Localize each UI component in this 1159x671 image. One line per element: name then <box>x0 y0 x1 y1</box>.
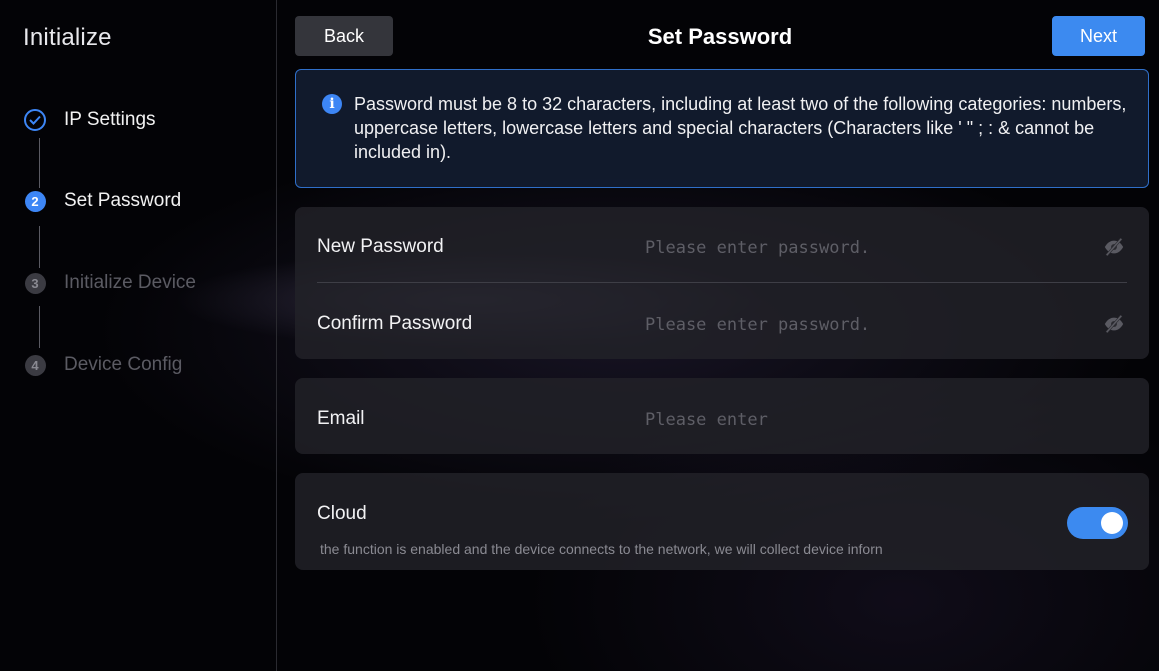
check-icon <box>24 109 46 131</box>
cloud-card: Cloud the function is enabled and the de… <box>295 473 1149 570</box>
page-title: Set Password <box>647 24 793 49</box>
back-button[interactable]: Back <box>295 16 393 56</box>
divider <box>317 282 1127 283</box>
step-mark <box>22 107 48 133</box>
info-icon: i <box>322 94 342 114</box>
screen-background: Initialize IP Settings 2 Set Password 3 … <box>0 0 1159 671</box>
sidebar: Initialize IP Settings 2 Set Password 3 … <box>8 0 277 671</box>
sidebar-title: Initialize <box>23 24 112 51</box>
confirm-password-label: Confirm Password <box>317 313 473 334</box>
step-set-password: 2 Set Password <box>22 188 181 214</box>
step-connector <box>39 306 40 348</box>
step-label: IP Settings <box>64 109 156 130</box>
eye-off-icon[interactable] <box>1103 236 1125 258</box>
new-password-label: New Password <box>317 236 444 257</box>
email-label: Email <box>317 408 365 429</box>
step-device-config: 4 Device Config <box>22 352 182 378</box>
step-connector <box>39 138 40 188</box>
password-card: New Password Confirm Password <box>295 207 1149 359</box>
confirm-password-input[interactable] <box>643 309 1067 341</box>
email-card: Email <box>295 378 1149 454</box>
step-mark: 3 <box>22 270 48 296</box>
cloud-label: Cloud <box>317 503 367 524</box>
cloud-toggle[interactable] <box>1067 507 1128 539</box>
step-label: Device Config <box>64 354 183 375</box>
next-button[interactable]: Next <box>1052 16 1145 56</box>
step-mark: 4 <box>22 352 48 378</box>
new-password-input[interactable] <box>643 232 1067 264</box>
step-connector <box>39 226 40 268</box>
step-label: Initialize Device <box>64 272 196 293</box>
eye-off-icon[interactable] <box>1103 313 1125 335</box>
step-number: 4 <box>24 354 46 376</box>
cloud-description: the function is enabled and the device c… <box>320 541 883 557</box>
step-label: Set Password <box>64 190 182 211</box>
step-number: 2 <box>24 190 46 212</box>
password-rules-text: Password must be 8 to 32 characters, inc… <box>354 94 1127 162</box>
toggle-knob <box>1101 512 1123 534</box>
email-input[interactable] <box>643 404 1067 436</box>
step-initialize-device: 3 Initialize Device <box>22 270 196 296</box>
step-mark: 2 <box>22 188 48 214</box>
password-rules-notice: i Password must be 8 to 32 characters, i… <box>295 69 1149 188</box>
step-ip-settings: IP Settings <box>22 107 156 133</box>
step-number: 3 <box>24 272 46 294</box>
